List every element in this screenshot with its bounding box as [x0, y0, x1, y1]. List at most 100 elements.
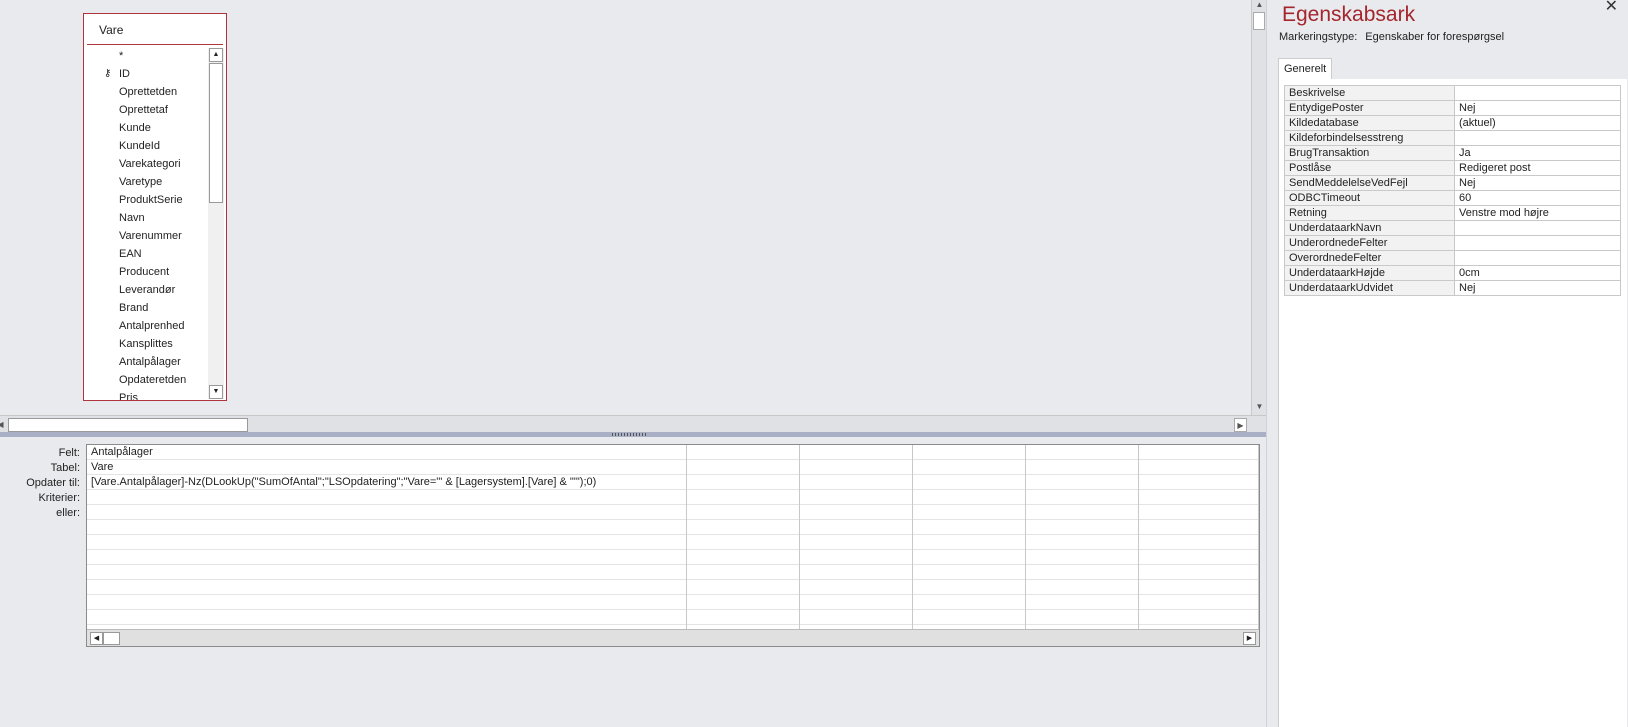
grid-cell[interactable] — [687, 505, 799, 520]
grid-column[interactable] — [1026, 445, 1139, 629]
property-row[interactable]: Kildedatabase (aktuel) — [1284, 115, 1621, 131]
grid-columns[interactable]: Antalpålager Vare [Vare.Antalpålager]-Nz(D… — [87, 445, 1259, 629]
property-row[interactable]: UnderdataarkNavn — [1284, 220, 1621, 236]
grid-cell[interactable] — [800, 535, 912, 550]
grid-cell[interactable] — [800, 550, 912, 565]
grid-cell[interactable]: Antalpålager — [87, 445, 686, 460]
grid-column[interactable] — [913, 445, 1026, 629]
grid-cell[interactable] — [1139, 535, 1258, 550]
scroll-right-icon[interactable]: ▶ — [1234, 418, 1247, 432]
property-value[interactable]: Redigeret post — [1454, 160, 1621, 176]
grid-cell[interactable] — [1139, 505, 1258, 520]
field-list-item[interactable]: Kunde — [84, 119, 208, 137]
grid-cell[interactable] — [687, 565, 799, 580]
property-row[interactable]: SendMeddelelseVedFejl Nej — [1284, 175, 1621, 191]
field-list-item[interactable]: Varekategori — [84, 155, 208, 173]
property-value[interactable] — [1454, 130, 1621, 146]
field-list-item[interactable]: Opdateretden — [84, 371, 208, 389]
grid-cell[interactable] — [1139, 595, 1258, 610]
grid-cell[interactable] — [1139, 490, 1258, 505]
table-title[interactable]: Vare — [87, 14, 223, 45]
grid-cell[interactable] — [913, 505, 1025, 520]
query-design-grid[interactable]: Antalpålager Vare [Vare.Antalpålager]-Nz(D… — [86, 444, 1260, 647]
grid-cell[interactable] — [87, 610, 686, 625]
property-row[interactable]: UnderdataarkHøjde 0cm — [1284, 265, 1621, 281]
table-pane-vertical-scrollbar[interactable]: ▲ ▼ — [1251, 0, 1266, 415]
scroll-down-icon[interactable]: ▼ — [209, 385, 223, 399]
property-row[interactable]: UnderdataarkUdvidet Nej — [1284, 280, 1621, 296]
field-list[interactable]: * ⚷ ID Oprettetden Oprettetaf Kunde KundeId Var… — [84, 47, 208, 400]
scroll-up-icon[interactable]: ▲ — [1253, 0, 1266, 11]
property-row[interactable]: Postlåse Redigeret post — [1284, 160, 1621, 176]
property-value[interactable]: (aktuel) — [1454, 115, 1621, 131]
grid-cell[interactable] — [913, 610, 1025, 625]
grid-cell[interactable] — [1139, 565, 1258, 580]
field-list-item[interactable]: * — [84, 47, 208, 65]
grid-cell[interactable] — [687, 550, 799, 565]
property-value[interactable]: Nej — [1454, 100, 1621, 116]
grid-cell[interactable] — [87, 550, 686, 565]
grid-cell[interactable] — [1139, 520, 1258, 535]
field-list-item[interactable]: Pris — [84, 389, 208, 400]
scroll-thumb[interactable] — [103, 632, 120, 645]
grid-cell[interactable] — [800, 460, 912, 475]
grid-cell[interactable] — [913, 550, 1025, 565]
grid-cell[interactable] — [1026, 595, 1138, 610]
scroll-left-icon[interactable]: ◀ — [0, 418, 7, 432]
grid-cell[interactable] — [800, 490, 912, 505]
grid-column[interactable] — [1139, 445, 1259, 629]
grid-cell[interactable] — [1026, 460, 1138, 475]
grid-cell[interactable] — [1026, 565, 1138, 580]
grid-cell[interactable] — [800, 580, 912, 595]
grid-cell[interactable] — [913, 595, 1025, 610]
grid-cell[interactable] — [687, 460, 799, 475]
grid-cell[interactable] — [913, 565, 1025, 580]
property-value[interactable] — [1454, 250, 1621, 266]
grid-cell[interactable] — [87, 565, 686, 580]
tab-generelt[interactable]: Generelt — [1278, 58, 1333, 79]
grid-cell[interactable] — [87, 535, 686, 550]
grid-cell[interactable] — [1026, 445, 1138, 460]
grid-cell[interactable]: Vare — [87, 460, 686, 475]
grid-cell[interactable] — [800, 595, 912, 610]
grid-cell[interactable] — [913, 490, 1025, 505]
field-list-item[interactable]: Navn — [84, 209, 208, 227]
grid-cell[interactable] — [687, 475, 799, 490]
property-row[interactable]: Kildeforbindelsesstreng — [1284, 130, 1621, 146]
property-value[interactable]: 0cm — [1454, 265, 1621, 281]
grid-cell[interactable] — [1026, 580, 1138, 595]
grid-cell[interactable] — [687, 520, 799, 535]
grid-cell[interactable] — [800, 505, 912, 520]
close-icon[interactable]: ✕ — [1605, 0, 1618, 16]
property-row[interactable]: Retning Venstre mod højre — [1284, 205, 1621, 221]
grid-cell[interactable] — [687, 535, 799, 550]
field-list-item[interactable]: Oprettetaf — [84, 101, 208, 119]
grid-cell[interactable] — [913, 460, 1025, 475]
table-pane-horizontal-scrollbar[interactable]: ◀ ▶ — [0, 415, 1266, 432]
grid-cell[interactable] — [800, 610, 912, 625]
field-list-item[interactable]: ProduktSerie — [84, 191, 208, 209]
scroll-thumb[interactable] — [209, 63, 223, 203]
grid-cell[interactable] — [1026, 550, 1138, 565]
scroll-up-icon[interactable]: ▲ — [209, 48, 223, 62]
property-value[interactable]: Ja — [1454, 145, 1621, 161]
grid-cell[interactable] — [87, 580, 686, 595]
field-list-item[interactable]: Varenummer — [84, 227, 208, 245]
property-value[interactable]: Nej — [1454, 175, 1621, 191]
field-list-item[interactable]: Leverandør — [84, 281, 208, 299]
grid-cell[interactable] — [1026, 535, 1138, 550]
property-row[interactable]: Beskrivelse — [1284, 85, 1621, 101]
grid-cell[interactable] — [913, 445, 1025, 460]
property-value[interactable]: 60 — [1454, 190, 1621, 206]
grid-cell[interactable] — [1026, 520, 1138, 535]
field-list-item[interactable]: Oprettetden — [84, 83, 208, 101]
grid-cell[interactable] — [1026, 475, 1138, 490]
grid-cell[interactable] — [913, 535, 1025, 550]
field-list-item[interactable]: ⚷ ID — [84, 65, 208, 83]
property-row[interactable]: ODBCTimeout 60 — [1284, 190, 1621, 206]
field-list-item[interactable]: Producent — [84, 263, 208, 281]
grid-horizontal-scrollbar[interactable]: ◀ ▶ — [87, 629, 1259, 646]
grid-cell[interactable] — [800, 445, 912, 460]
field-list-item[interactable]: Kansplittes — [84, 335, 208, 353]
property-row[interactable]: UnderordnedeFelter — [1284, 235, 1621, 251]
